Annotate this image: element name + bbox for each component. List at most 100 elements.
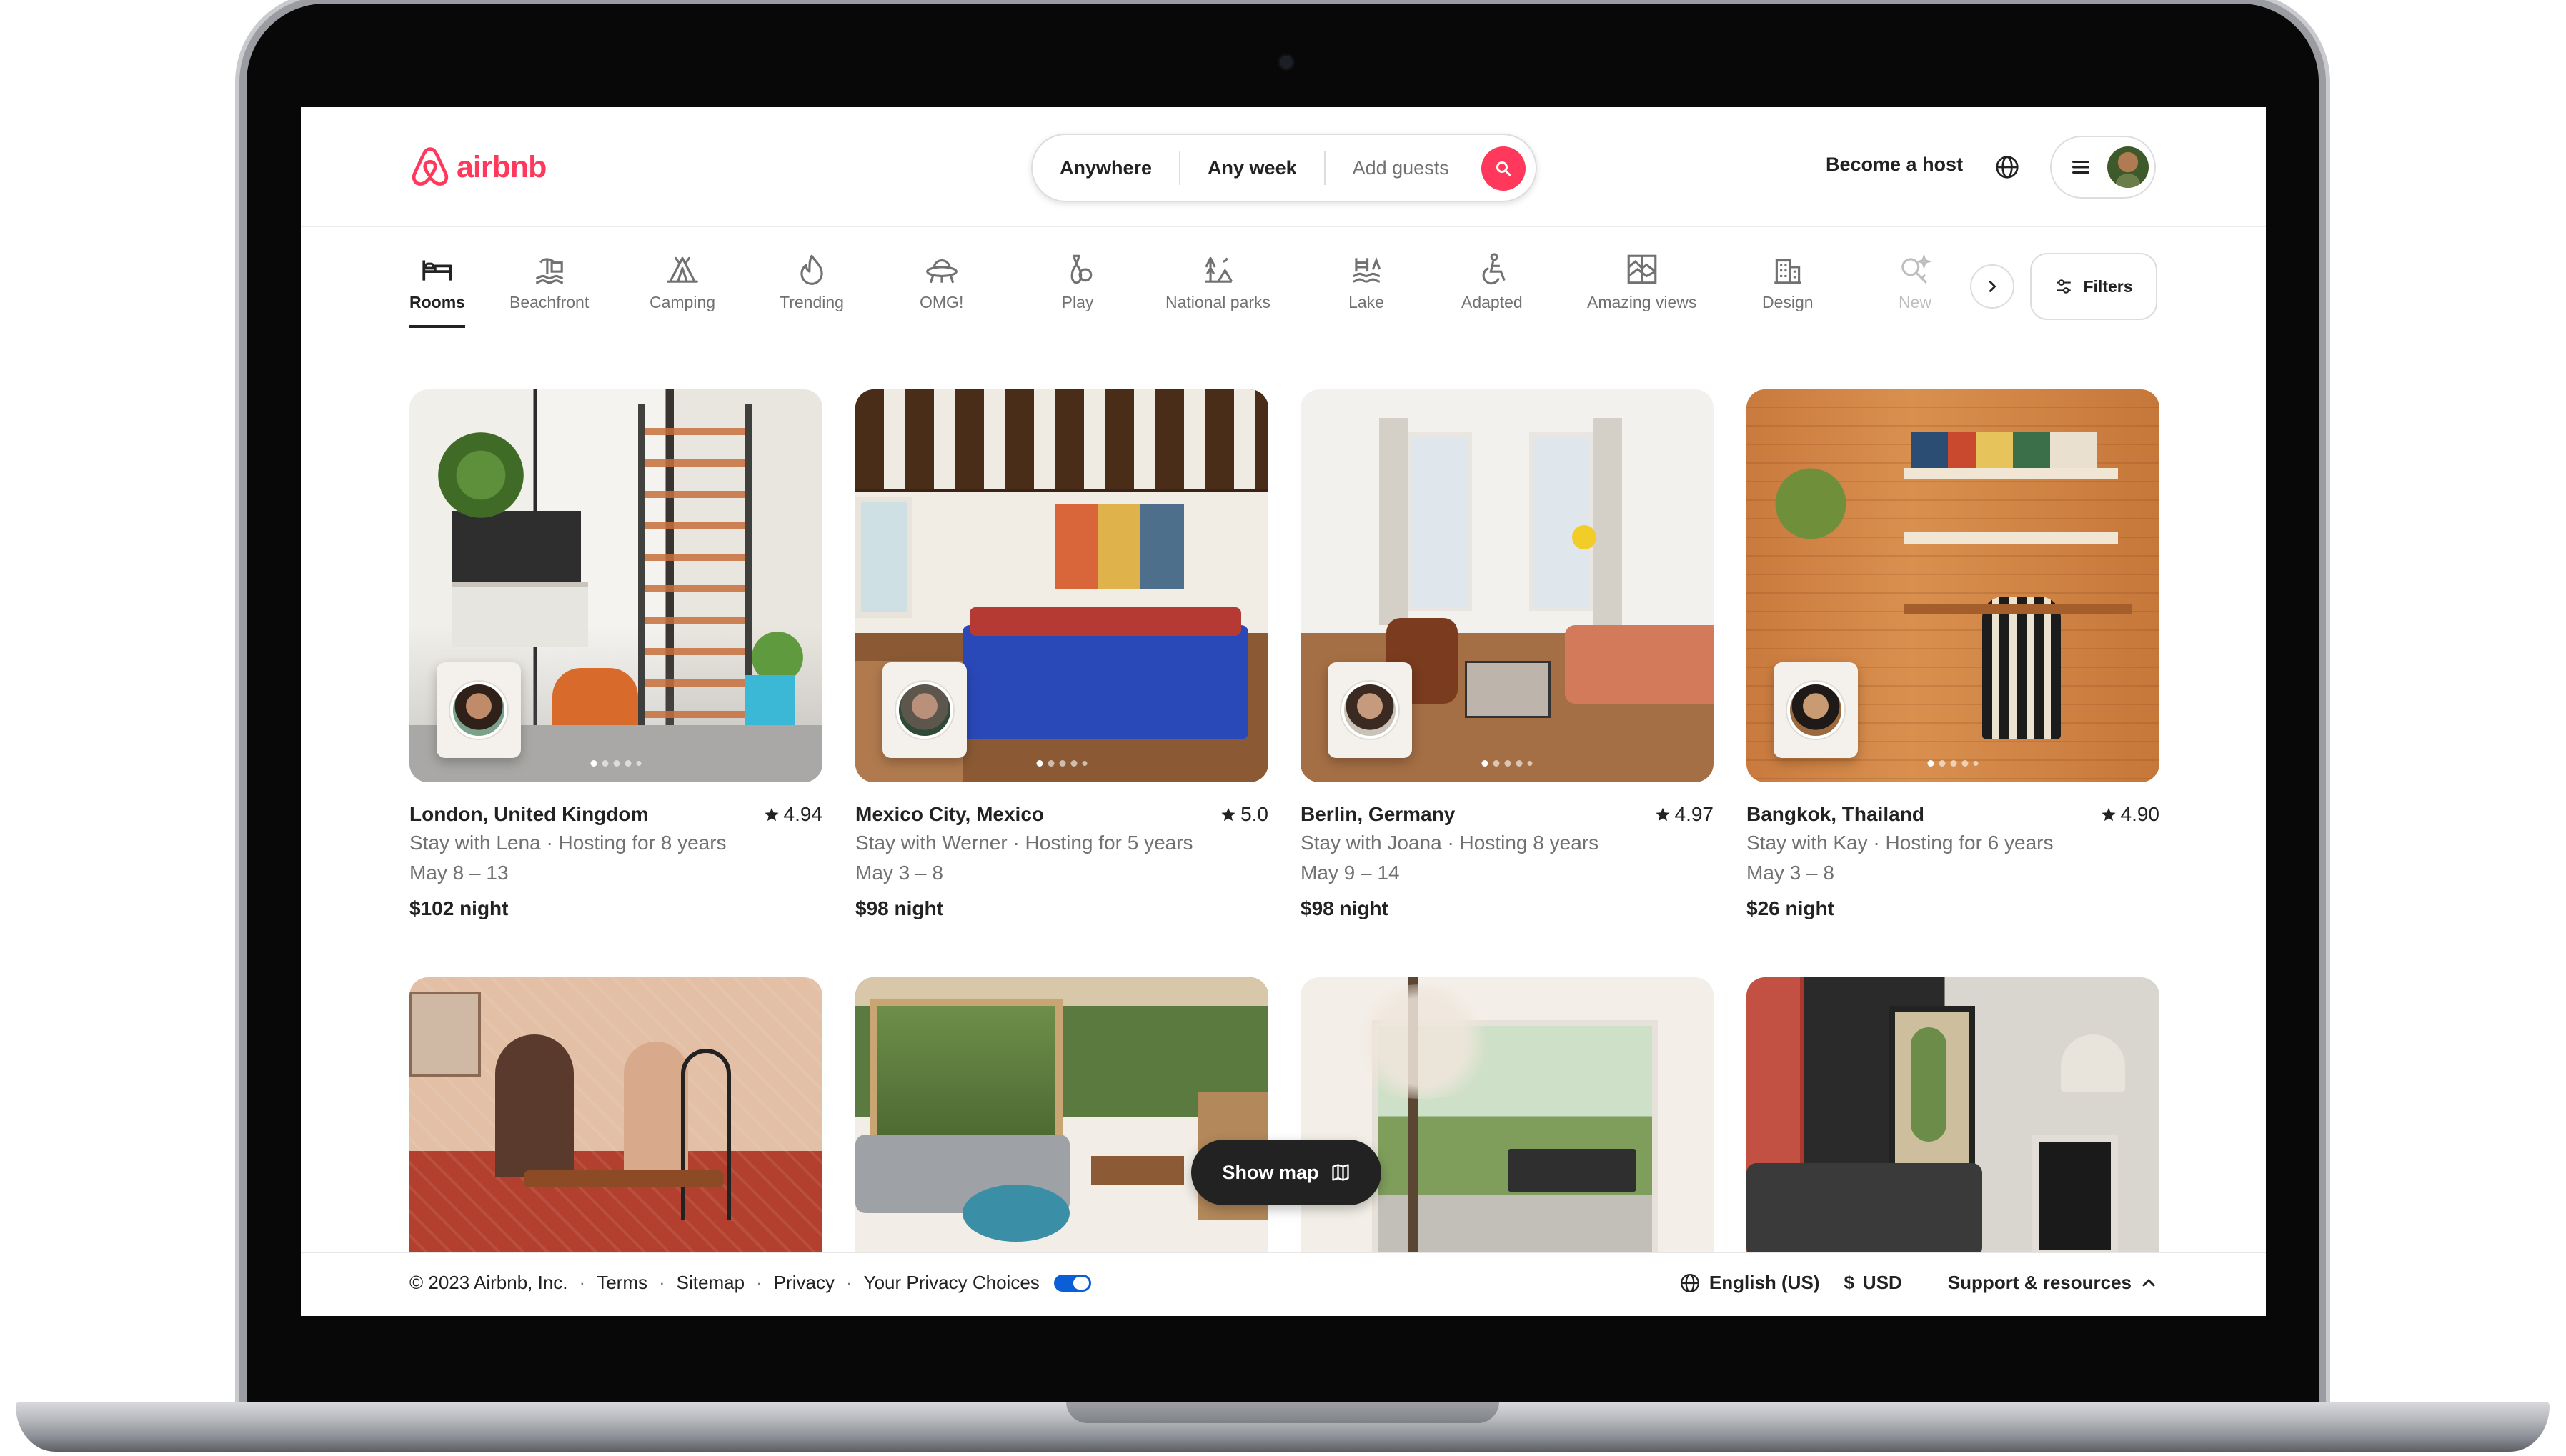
photo-carousel-dots: [590, 760, 642, 767]
listing-photo[interactable]: [1301, 977, 1714, 1257]
footer-links: © 2023 Airbnb, Inc. · Terms · Sitemap · …: [409, 1272, 1091, 1294]
bed-icon: [422, 260, 452, 281]
globe-icon[interactable]: [1994, 154, 2020, 180]
search-guests[interactable]: Add guests: [1326, 157, 1471, 179]
category-lake[interactable]: Lake: [1348, 251, 1384, 312]
footer-link-terms[interactable]: Terms: [597, 1272, 647, 1294]
map-icon: [1331, 1164, 1349, 1181]
listing-price: $98 night: [855, 897, 943, 919]
category-label: OMG!: [920, 293, 964, 311]
airbnb-belo-icon: [412, 147, 449, 186]
listing-photo[interactable]: [409, 389, 822, 782]
category-label: Rooms: [409, 293, 465, 311]
filters-icon: [2057, 279, 2072, 294]
filters-button[interactable]: Filters: [2030, 253, 2157, 320]
search-button[interactable]: [1481, 146, 1526, 191]
listing-photo[interactable]: [1746, 977, 2159, 1257]
category-beachfront[interactable]: Beachfront: [509, 251, 589, 312]
category-play[interactable]: Play: [1060, 251, 1095, 312]
become-host-link[interactable]: Become a host: [1826, 154, 1963, 176]
listing-card[interactable]: [1746, 977, 2159, 1257]
listing-photo[interactable]: [409, 977, 822, 1257]
category-label: Camping: [650, 293, 716, 311]
language-label: English (US): [1709, 1272, 1820, 1293]
star-icon: [1221, 807, 1235, 822]
photo-carousel-dots: [1481, 760, 1533, 767]
category-camping[interactable]: Camping: [650, 251, 715, 312]
category-bar: Rooms Beachfront Camping Trending OMG! P…: [301, 227, 2266, 334]
listing-card[interactable]: [855, 977, 1268, 1257]
category-trending[interactable]: Trending: [780, 251, 844, 312]
currency-symbol: $: [1844, 1272, 1854, 1293]
category-rooms[interactable]: Rooms: [409, 251, 465, 328]
category-label: Lake: [1348, 293, 1384, 311]
listing-rating: 4.94: [764, 801, 823, 828]
category-label: Beachfront: [509, 293, 590, 311]
filters-label: Filters: [2083, 276, 2133, 296]
listing-card[interactable]: [409, 977, 822, 1257]
camera: [1280, 56, 1293, 69]
category-label: Design: [1762, 293, 1814, 311]
support-resources-toggle[interactable]: Support & resources: [1948, 1272, 2157, 1294]
host-badge: [437, 662, 521, 758]
footer-link-privacy[interactable]: Privacy: [774, 1272, 835, 1294]
search-icon: [1496, 161, 1511, 176]
listing-photo[interactable]: [1301, 389, 1714, 782]
category-new[interactable]: New: [1897, 251, 1933, 312]
privacy-choices-icon[interactable]: [1053, 1274, 1091, 1292]
hamburger-icon: [2072, 161, 2089, 174]
listing-card[interactable]: London, United Kingdom 4.94 Stay with Le…: [409, 389, 822, 922]
category-omg[interactable]: OMG!: [920, 251, 963, 312]
copyright: © 2023 Airbnb, Inc.: [409, 1272, 568, 1293]
footer-separator: ·: [845, 1272, 852, 1293]
search-dates[interactable]: Any week: [1180, 157, 1324, 179]
chevron-right-icon: [1989, 281, 1996, 292]
category-scroll-next-button[interactable]: [1970, 264, 2014, 309]
listing-card[interactable]: Berlin, Germany 4.97 Stay with Joana · H…: [1301, 389, 1714, 922]
chevron-up-icon: [2142, 1279, 2155, 1286]
support-label: Support & resources: [1947, 1272, 2132, 1293]
listing-host: Stay with Lena · Hosting for 8 years: [409, 832, 727, 854]
flame-icon: [800, 254, 823, 285]
footer-separator: ·: [756, 1272, 762, 1293]
browser-screen: airbnb Anywhere Any week Add guests Beco…: [301, 107, 2266, 1316]
host-avatar: [896, 682, 953, 739]
listing-photo[interactable]: [855, 977, 1268, 1257]
show-map-button[interactable]: Show map: [1191, 1140, 1381, 1205]
listing-photo[interactable]: [1746, 389, 2159, 782]
bowling-pin-icon: [1070, 254, 1093, 284]
listing-card[interactable]: Mexico City, Mexico 5.0 Stay with Werner…: [855, 389, 1268, 922]
listing-card[interactable]: Bangkok, Thailand 4.90 Stay with Kay · H…: [1746, 389, 2159, 922]
star-icon: [1655, 807, 1670, 822]
language-selector[interactable]: English (US): [1679, 1272, 1820, 1294]
footer-link-sitemap[interactable]: Sitemap: [677, 1272, 745, 1294]
footer-link-privacy-choices[interactable]: Your Privacy Choices: [864, 1272, 1040, 1294]
airbnb-logo[interactable]: airbnb: [409, 144, 547, 190]
listing-card[interactable]: [1301, 977, 1714, 1257]
listing-photo[interactable]: [855, 389, 1268, 782]
rating-value: 5.0: [1240, 803, 1268, 825]
category-amazing-views[interactable]: Amazing views: [1587, 251, 1696, 312]
user-avatar: [2107, 146, 2149, 188]
host-avatar: [1787, 682, 1844, 739]
top-header: airbnb Anywhere Any week Add guests Beco…: [301, 107, 2266, 227]
laptop-hinge-notch: [1066, 1402, 1499, 1423]
park-icon: [1204, 256, 1233, 283]
category-design[interactable]: Design: [1762, 251, 1814, 312]
category-adapted[interactable]: Adapted: [1461, 251, 1523, 312]
category-national-parks[interactable]: National parks: [1165, 251, 1270, 312]
category-label: Trending: [780, 293, 844, 311]
search-location[interactable]: Anywhere: [1033, 157, 1179, 179]
category-label: Adapted: [1461, 293, 1523, 311]
rating-value: 4.94: [783, 803, 823, 825]
photo-carousel-dots: [1036, 760, 1088, 767]
rating-value: 4.90: [2120, 803, 2160, 825]
listing-location: Bangkok, Thailand: [1746, 803, 1924, 825]
search-bar[interactable]: Anywhere Any week Add guests: [1031, 134, 1537, 202]
listing-price: $98 night: [1301, 897, 1388, 919]
user-menu-button[interactable]: [2050, 136, 2156, 199]
currency-selector[interactable]: $ USD: [1844, 1272, 1901, 1294]
host-avatar: [1341, 682, 1398, 739]
category-label: New: [1898, 293, 1931, 311]
listing-dates: May 3 – 8: [1746, 862, 1834, 884]
